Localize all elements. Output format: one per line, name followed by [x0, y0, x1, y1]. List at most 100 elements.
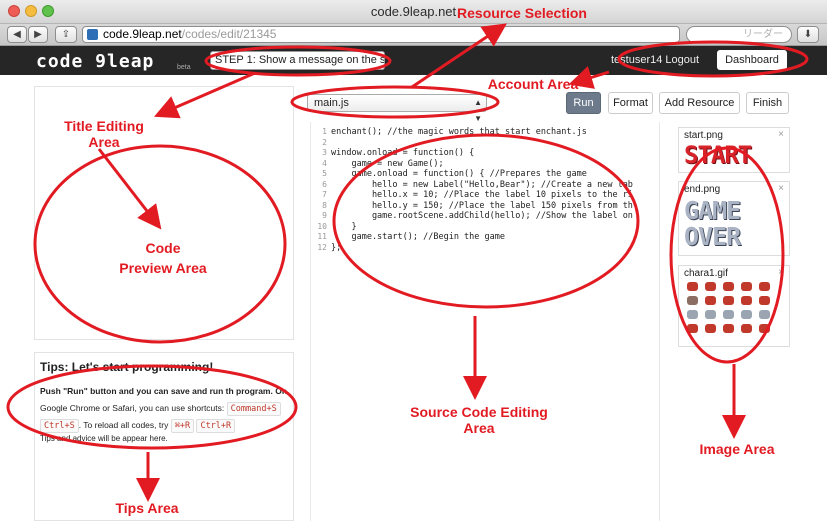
line-number: 7 — [322, 190, 327, 199]
code-line[interactable]: }; — [331, 243, 659, 254]
tips-footer: Tips and advice will be appear here. — [40, 434, 168, 443]
back-button[interactable]: ◀ — [7, 26, 27, 43]
code-line[interactable]: enchant(); //the magic words that start … — [331, 127, 659, 138]
bear-sprite — [687, 324, 698, 333]
finish-button[interactable]: Finish — [746, 92, 789, 114]
image-name: chara1.gif — [684, 268, 728, 279]
download-icon: ⬇ — [803, 29, 813, 40]
dashboard-button[interactable]: Dashboard — [717, 50, 787, 70]
label-code-preview-area: Code Preview Area — [119, 240, 207, 276]
code-line[interactable]: game.rootScene.addChild(hello); //Show t… — [331, 211, 659, 222]
beta-label: beta — [177, 64, 191, 71]
window-title: code.9leap.net — [370, 4, 457, 19]
bear-sprite — [705, 296, 716, 305]
bear-sprite — [705, 310, 716, 319]
line-number: 8 — [322, 200, 327, 210]
tips-title: Tips: Let's start programming! — [40, 360, 214, 374]
shortcut-cmd-r: ⌘+R — [170, 419, 195, 433]
account-text[interactable]: testuser14 Logout — [611, 54, 699, 66]
remove-image-icon[interactable]: × — [778, 183, 784, 194]
app-logo[interactable]: code 9leap — [36, 51, 154, 72]
tips-line-2: Google Chrome or Safari, you can use sho… — [40, 400, 290, 417]
tips-body: Push "Run" button and you can save and r… — [40, 383, 290, 434]
bear-sprite — [741, 310, 752, 319]
line-number: 5 — [322, 169, 327, 178]
code-line[interactable]: } — [331, 222, 659, 233]
remove-image-icon[interactable]: × — [778, 129, 784, 140]
address-bar[interactable]: code.9leap.net/codes/edit/21345 — [82, 26, 680, 43]
line-number: 1 — [322, 127, 327, 136]
format-button[interactable]: Format — [608, 92, 653, 114]
download-button[interactable]: ⬇ — [797, 26, 819, 43]
bear-sprite — [687, 296, 698, 305]
bear-sprite — [723, 296, 734, 305]
add-resource-button[interactable]: Add Resource — [659, 92, 740, 114]
label-title-editing-area: Title Editing Area — [64, 118, 144, 150]
share-icon: ⇪ — [61, 29, 71, 40]
bear-sprite — [687, 310, 698, 319]
bear-sprite — [759, 324, 770, 333]
image-card-end[interactable]: end.png × GAME OVER — [678, 181, 790, 256]
tips-line-1: Push "Run" button and you can save and r… — [40, 386, 288, 396]
bear-sprite — [741, 296, 752, 305]
forward-button[interactable]: ▶ — [28, 26, 48, 43]
image-name: end.png — [684, 184, 721, 195]
window-titlebar: code.9leap.net — [0, 0, 827, 24]
line-number: 2 — [322, 137, 327, 147]
character-sprite-sheet — [687, 282, 783, 333]
label-image-area: Image Area — [699, 441, 775, 457]
tips-line-3: Ctrl+S. To reload all codes, try ⌘+R Ctr… — [40, 417, 290, 434]
url-host: code.9leap.net — [103, 27, 182, 41]
remove-image-icon[interactable]: × — [778, 267, 784, 278]
source-code-editor[interactable]: 1 2 3 4 5 6 7 8 9 10 11 12 enchant(); //… — [310, 122, 660, 521]
bear-sprite — [723, 310, 734, 319]
code-line[interactable] — [331, 138, 659, 149]
bear-sprite — [759, 310, 770, 319]
bear-sprite — [705, 324, 716, 333]
line-number: 10 — [317, 221, 327, 231]
image-name: start.png — [684, 130, 723, 141]
bear-sprite — [687, 282, 698, 291]
code-line[interactable]: hello = new Label("Hello,Bear"); //Creat… — [331, 180, 659, 191]
code-title-input[interactable]: STEP 1: Show a message on the sc — [210, 51, 385, 70]
favicon-icon — [87, 29, 98, 40]
bear-sprite — [759, 296, 770, 305]
back-arrow-icon: ◀ — [13, 29, 21, 40]
screen: code.9leap.net ◀ ▶ ⇪ code.9leap.net/code… — [0, 0, 827, 521]
code-text[interactable]: enchant(); //the magic words that start … — [331, 127, 659, 254]
image-card-start[interactable]: start.png × START — [678, 127, 790, 173]
bear-sprite — [741, 282, 752, 291]
line-number: 12 — [317, 242, 327, 252]
code-line[interactable]: hello.y = 150; //Place the label 150 pix… — [331, 201, 659, 212]
run-button[interactable]: Run — [566, 92, 601, 114]
code-line[interactable]: game.start(); //Begin the game — [331, 232, 659, 243]
line-number: 9 — [322, 211, 327, 220]
start-image: START — [684, 141, 752, 169]
bear-sprite — [723, 324, 734, 333]
resource-select[interactable]: main.js ▲ ▼ — [307, 94, 487, 123]
forward-arrow-icon: ▶ — [34, 29, 42, 40]
game-over-image-line-1: GAME — [684, 196, 741, 225]
share-button[interactable]: ⇪ — [55, 26, 77, 43]
image-card-chara[interactable]: chara1.gif × — [678, 265, 790, 347]
shortcut-ctrl-s: Ctrl+S — [40, 419, 79, 433]
line-number: 11 — [317, 232, 327, 241]
browser-toolbar: ◀ ▶ ⇪ code.9leap.net/codes/edit/21345 リー… — [0, 24, 827, 46]
line-number: 4 — [322, 158, 327, 168]
line-number-gutter: 1 2 3 4 5 6 7 8 9 10 11 12 — [311, 127, 327, 253]
shortcut-ctrl-r: Ctrl+R — [196, 419, 236, 433]
bear-sprite — [705, 282, 716, 291]
url-path: /codes/edit/21345 — [181, 27, 277, 41]
label-source-code-editing-area: Source Code Editing Area — [410, 404, 548, 436]
shortcut-command-s: Command+S — [226, 402, 281, 416]
code-line[interactable]: game.onload = function() { //Prepares th… — [331, 169, 659, 180]
tips-line-3-text: . To reload all codes, try — [78, 420, 169, 430]
code-line[interactable]: hello.x = 10; //Place the label 10 pixel… — [331, 190, 659, 201]
code-line[interactable]: window.onload = function() { — [331, 148, 659, 159]
code-line[interactable]: game = new Game(); — [331, 159, 659, 170]
reader-button[interactable]: リーダー — [686, 26, 792, 43]
bear-sprite — [723, 282, 734, 291]
tips-line-2-text: Google Chrome or Safari, you can use sho… — [40, 403, 225, 413]
line-number: 3 — [322, 148, 327, 157]
label-tips-area: Tips Area — [115, 500, 179, 516]
